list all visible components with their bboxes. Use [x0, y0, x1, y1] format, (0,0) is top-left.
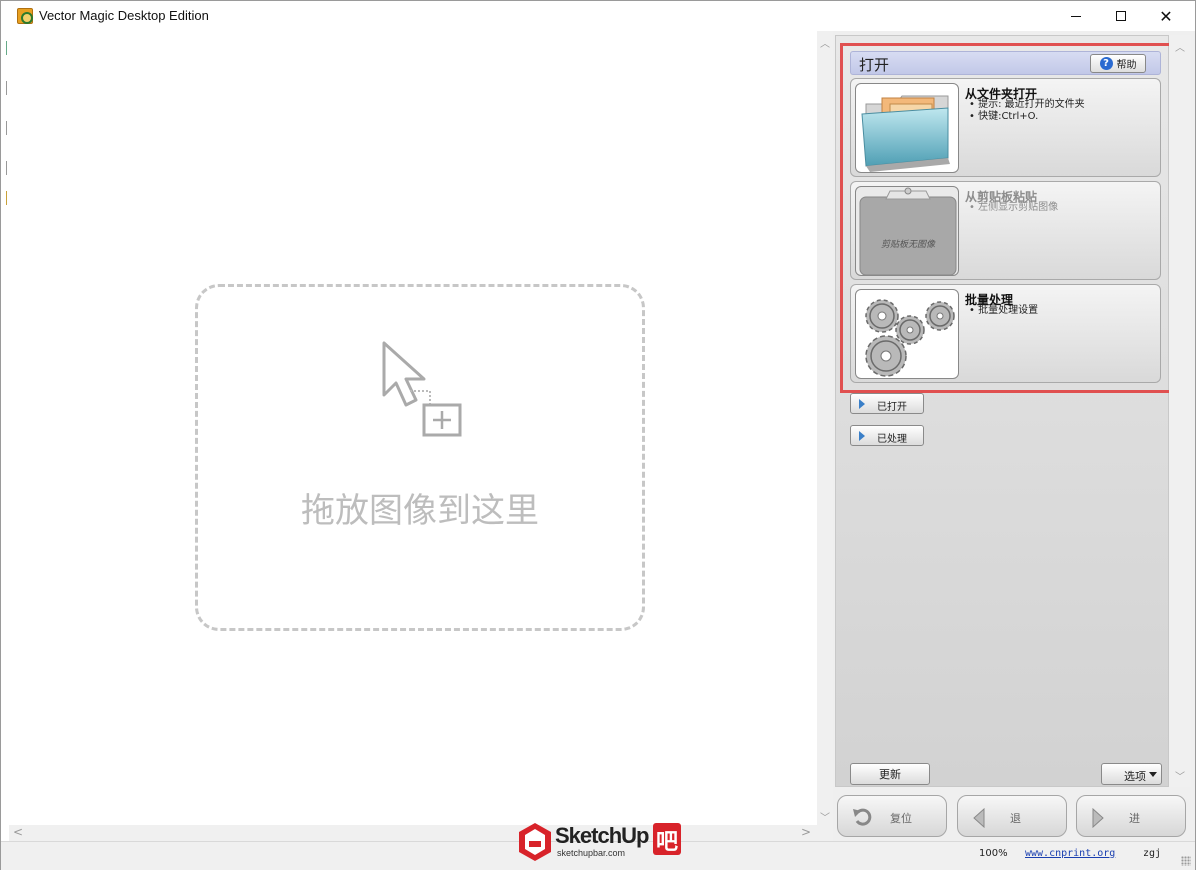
edge-marker	[1, 121, 7, 135]
edge-marker	[1, 161, 7, 175]
batch-processing-card[interactable]: 批量处理 批量处理设置	[850, 284, 1161, 383]
minimize-button[interactable]	[1053, 1, 1099, 31]
clipboard-icon	[859, 187, 957, 275]
canvas-vertical-scrollbar[interactable]: ︿ ﹀	[817, 31, 833, 841]
gears-image	[855, 289, 959, 379]
title-bar: Vector Magic Desktop Edition ✕	[1, 1, 1195, 31]
drop-zone-label: 拖放图像到这里	[301, 491, 539, 531]
forward-label: 进	[1129, 812, 1140, 825]
scroll-up-icon[interactable]: ︿	[1175, 39, 1185, 54]
close-icon: ✕	[1159, 6, 1173, 26]
side-panel: 打开 ? 帮助 从文件夹打开 • 提示: 最近打开的文件夹 • 快键:Ctrl+…	[833, 31, 1195, 841]
drop-zone[interactable]: 拖放图像到这里	[195, 284, 645, 631]
window-title: Vector Magic Desktop Edition	[39, 8, 209, 23]
app-logo-icon	[17, 8, 33, 24]
help-icon: ?	[1099, 57, 1113, 70]
expand-arrow-icon	[859, 399, 865, 409]
folder-icon	[861, 95, 950, 172]
user-name: zgj	[1143, 848, 1162, 859]
watermark-logo: SketchUp 吧 sketchupbar.com	[517, 821, 685, 865]
maximize-button[interactable]	[1098, 1, 1144, 31]
minimize-icon	[1071, 15, 1081, 17]
clipboard-image: 剪贴板无图像	[855, 186, 959, 276]
back-arrow-icon	[973, 808, 985, 828]
card-bullets: 左侧显示剪贴图像	[969, 202, 1058, 214]
card-bullet: 快键:Ctrl+O.	[969, 111, 1085, 123]
scroll-right-icon[interactable]: >	[801, 825, 811, 839]
card-bullets: 批量处理设置	[969, 305, 1038, 317]
card-bullets: 提示: 最近打开的文件夹 快键:Ctrl+O.	[969, 99, 1085, 123]
clipboard-caption: 剪贴板无图像	[880, 240, 935, 250]
card-bullet: 批量处理设置	[969, 305, 1038, 317]
open-section-header: 打开 ? 帮助	[850, 51, 1161, 75]
scroll-down-icon[interactable]: ﹀	[1175, 768, 1185, 783]
watermark-url: sketchupbar.com	[557, 848, 626, 858]
paste-from-clipboard-card[interactable]: 剪贴板无图像 从剪贴板粘贴 左侧显示剪贴图像	[850, 181, 1161, 280]
website-link[interactable]: www.cnprint.org	[1025, 848, 1115, 859]
card-bullet: 提示: 最近打开的文件夹	[969, 99, 1085, 111]
undo-icon	[853, 808, 872, 826]
edge-marker	[1, 191, 7, 205]
opened-list-button[interactable]: 已打开	[850, 393, 924, 414]
back-button[interactable]: 退	[957, 795, 1067, 837]
dropdown-caret-icon	[1149, 772, 1157, 777]
help-label: 帮助	[1116, 60, 1137, 71]
update-button[interactable]: 更新	[850, 763, 930, 785]
maximize-icon	[1116, 11, 1126, 21]
scroll-left-icon[interactable]: <	[13, 825, 23, 839]
reset-label: 复位	[890, 812, 912, 825]
edge-marker	[1, 81, 7, 95]
app-window: Vector Magic Desktop Edition ✕ 拖放图像到这里 <…	[0, 0, 1196, 870]
forward-button[interactable]: 进	[1076, 795, 1186, 837]
scroll-up-icon[interactable]: ︿	[820, 35, 830, 50]
panel-vertical-scrollbar[interactable]: ︿ ﹀	[1169, 35, 1191, 787]
watermark-suffix: 吧	[656, 830, 679, 855]
canvas-horizontal-scrollbar[interactable]: < >	[9, 825, 817, 841]
opened-label: 已打开	[877, 402, 907, 413]
close-button[interactable]: ✕	[1143, 1, 1189, 31]
watermark-brand: SketchUp	[555, 823, 649, 848]
help-button[interactable]: ? 帮助	[1090, 54, 1146, 73]
edge-marker	[1, 41, 7, 55]
open-from-folder-card[interactable]: 从文件夹打开 提示: 最近打开的文件夹 快键:Ctrl+O.	[850, 78, 1161, 177]
side-panel-content: 打开 ? 帮助 从文件夹打开 • 提示: 最近打开的文件夹 • 快键:Ctrl+…	[835, 35, 1172, 787]
processed-label: 已处理	[877, 434, 907, 445]
gears-icon	[865, 299, 955, 377]
card-bullet: 左侧显示剪贴图像	[969, 202, 1058, 214]
drag-drop-cursor-icon	[382, 341, 462, 437]
options-label: 选项	[1124, 770, 1146, 783]
left-edge-strip	[1, 41, 9, 211]
image-canvas[interactable]: 拖放图像到这里	[9, 31, 817, 826]
resize-grip-icon[interactable]	[1181, 856, 1191, 866]
scroll-down-icon[interactable]: ﹀	[820, 809, 830, 824]
section-title: 打开	[859, 56, 890, 74]
forward-arrow-icon	[1092, 808, 1104, 828]
back-label: 退	[1010, 812, 1021, 825]
processed-list-button[interactable]: 已处理	[850, 425, 924, 446]
reset-button[interactable]: 复位	[837, 795, 947, 837]
folder-image	[855, 83, 959, 173]
zoom-level: 100%	[979, 848, 1008, 859]
options-button[interactable]: 选项	[1101, 763, 1162, 785]
expand-arrow-icon	[859, 431, 865, 441]
